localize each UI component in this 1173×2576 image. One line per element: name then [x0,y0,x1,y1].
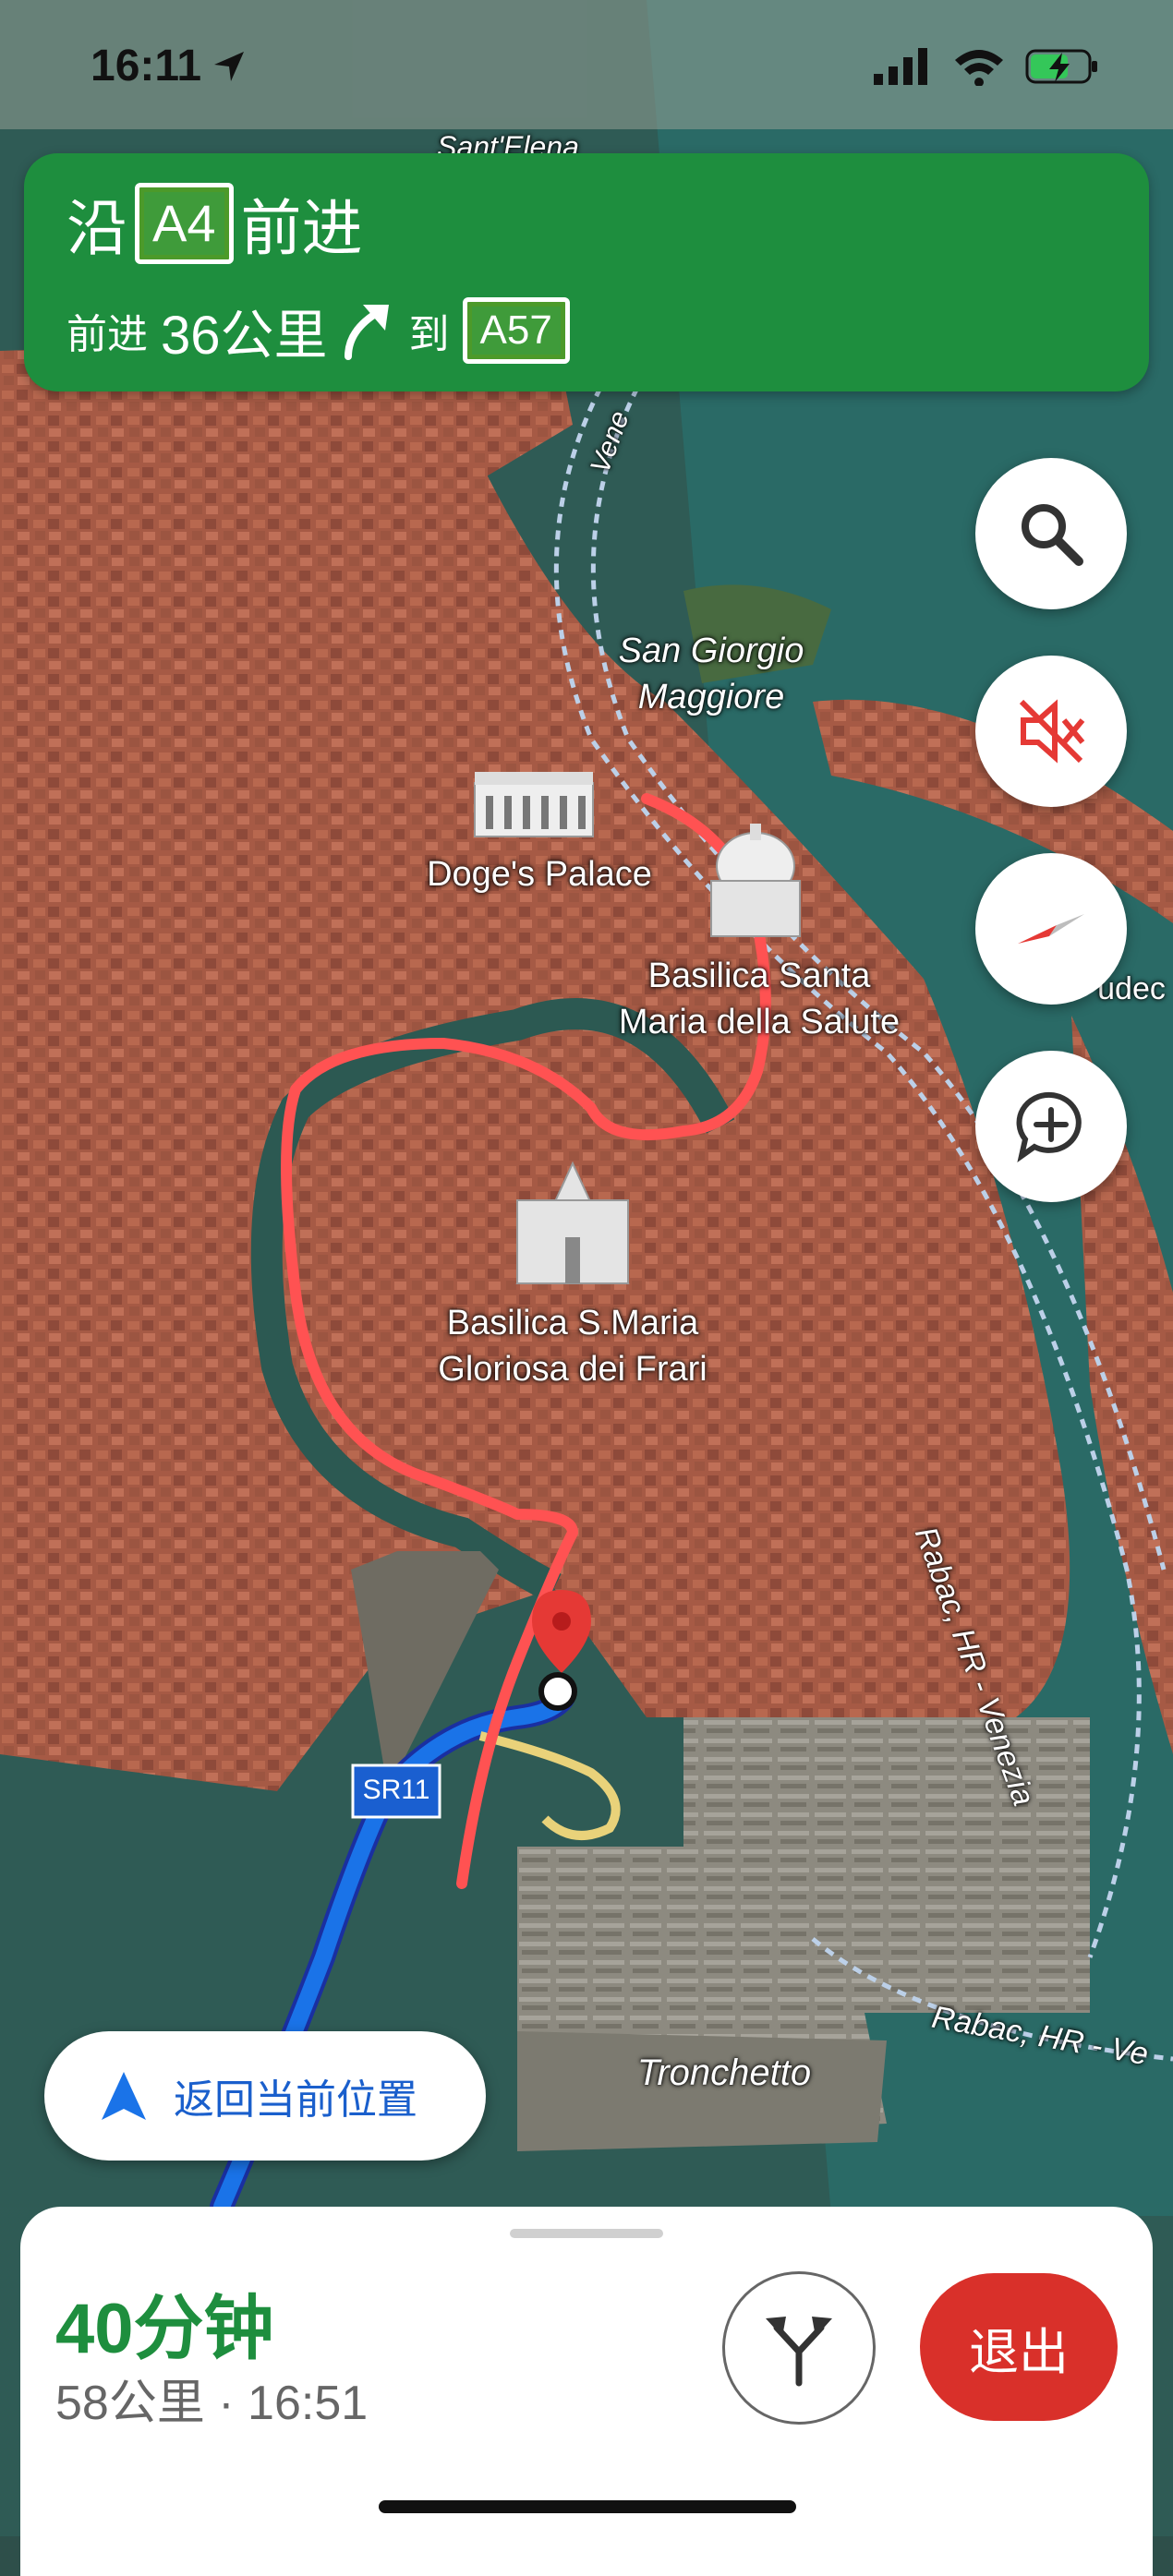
sheet-drag-handle[interactable] [510,2229,663,2238]
status-bar: 16:11 [0,0,1173,129]
trip-summary-sheet[interactable]: 40分钟 58公里 · 16:51 退出 [20,2207,1153,2576]
road-label-sr11: SR11 [362,1775,430,1805]
recenter-button[interactable]: 返回当前位置 [44,2031,486,2161]
search-button[interactable] [975,458,1127,609]
status-time: 16:11 [91,42,202,90]
road-shield-a57: A57 [462,297,570,364]
search-icon [1022,504,1083,566]
map-label-salute[interactable]: Basilica Santa Maria della Salute [602,953,916,1045]
palace-landmark-icon [474,772,594,837]
road-shield-a4: A4 [135,183,234,264]
map-label-san-giorgio: San Giorgio Maggiore [618,632,804,716]
eta-duration: 40分钟 [55,2290,274,2368]
wifi-icon [955,50,1003,86]
mute-button[interactable] [975,656,1127,807]
volume-off-icon [1019,699,1085,764]
navigation-banner[interactable]: 沿 A4 前进 前进 36公里 到 A57 [24,153,1149,391]
cellular-signal-icon [874,48,927,85]
exit-navigation-button[interactable]: 退出 [920,2273,1118,2421]
compass-icon [1018,914,1084,944]
eta-details: 58公里 · 16:51 [55,2377,369,2430]
current-location-icon [538,1672,577,1711]
alternate-routes-button[interactable] [722,2271,876,2425]
battery-charging-icon [1025,49,1097,84]
nav-primary-instruction: 沿 A4 前进 [67,179,363,268]
recenter-label: 返回当前位置 [174,2077,417,2123]
nav-secondary-instruction: 前进 36公里 到 A57 [67,292,570,369]
map-label-doges-palace[interactable]: Doge's Palace [408,851,671,897]
add-comment-icon [1016,1091,1082,1162]
location-arrow-icon [214,52,244,81]
home-indicator[interactable] [379,2500,796,2513]
report-incident-button[interactable] [975,1051,1127,1202]
map-label-frari[interactable]: Basilica S.Maria Gloriosa dei Frari [414,1300,732,1392]
turn-right-arrow-icon [344,305,389,360]
navigation-arrow-icon [102,2072,146,2120]
compass-button[interactable] [975,853,1127,1005]
map-label-tronchetto: Tronchetto [636,2052,812,2093]
fork-route-icon [766,2317,832,2387]
